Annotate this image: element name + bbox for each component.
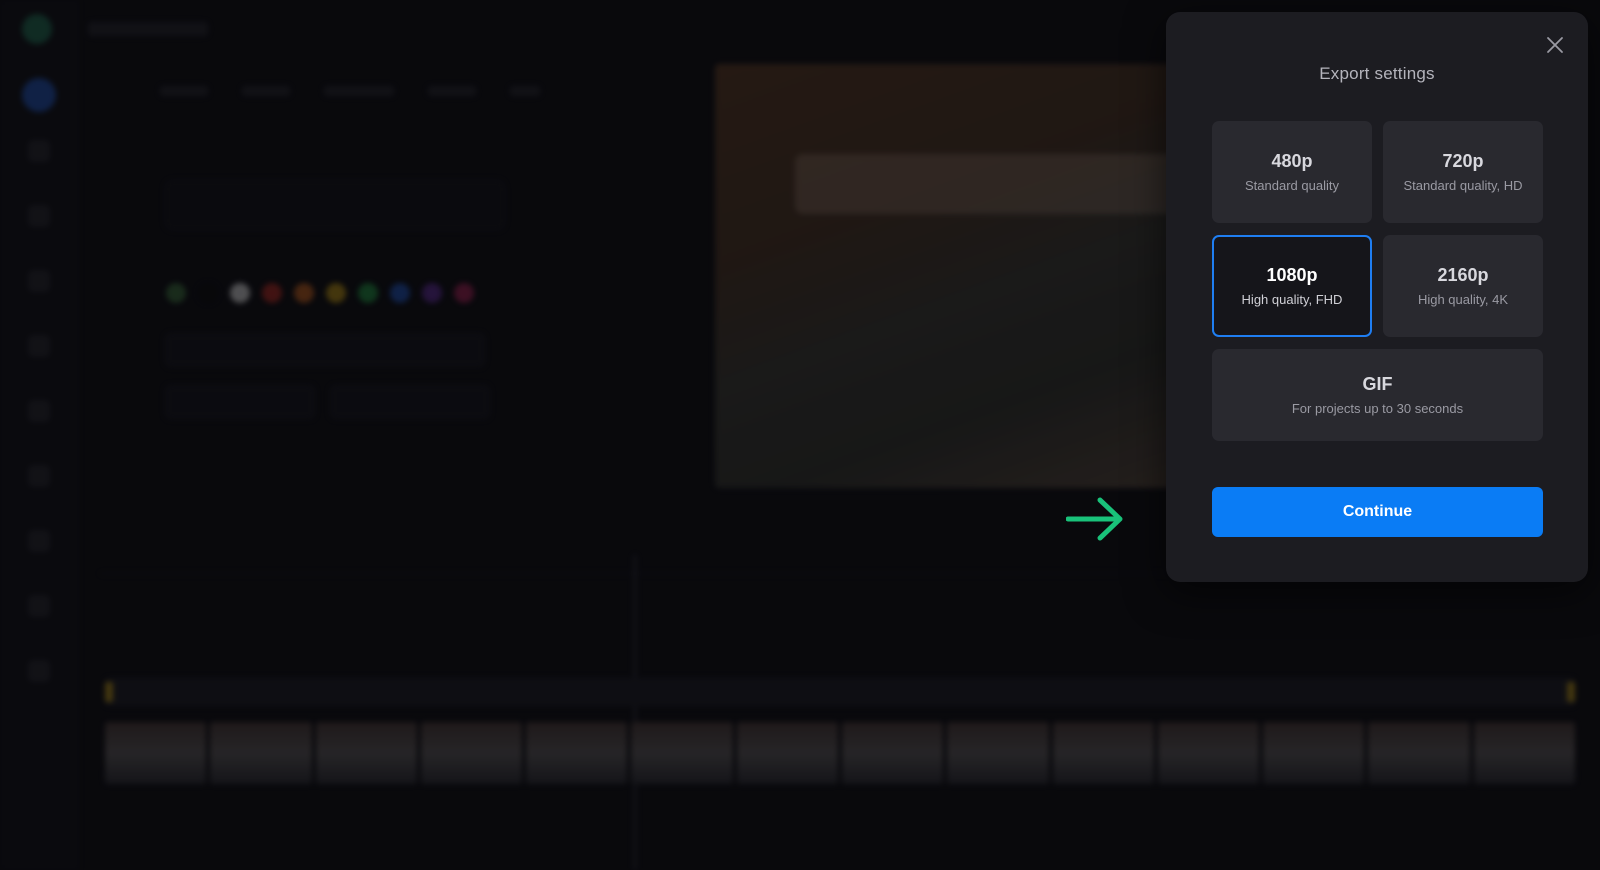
export-settings-dialog: Export settings 480p Standard quality 72… <box>1166 12 1588 582</box>
continue-button[interactable]: Continue <box>1212 487 1543 537</box>
option-resolution: 1080p <box>1266 265 1318 285</box>
arrow-right-icon <box>1066 497 1123 541</box>
option-resolution: 480p <box>1271 151 1313 171</box>
option-description: Standard quality, HD <box>1403 178 1523 193</box>
close-icon <box>1547 37 1563 53</box>
option-720p[interactable]: 720p Standard quality, HD <box>1383 121 1543 223</box>
option-1080p[interactable]: 1080p High quality, FHD <box>1212 235 1372 337</box>
option-resolution: GIF <box>1362 374 1393 394</box>
option-resolution: 2160p <box>1437 265 1489 285</box>
option-resolution: 720p <box>1442 151 1484 171</box>
dialog-title: Export settings <box>1319 64 1435 83</box>
option-description: Standard quality <box>1245 178 1339 193</box>
export-options: 480p Standard quality 720p Standard qual… <box>1212 121 1543 441</box>
option-description: High quality, 4K <box>1417 292 1509 307</box>
option-2160p[interactable]: 2160p High quality, 4K <box>1383 235 1543 337</box>
option-description: For projects up to 30 seconds <box>1291 401 1464 416</box>
option-gif[interactable]: GIF For projects up to 30 seconds <box>1212 349 1543 441</box>
option-description: High quality, FHD <box>1241 292 1343 307</box>
option-480p[interactable]: 480p Standard quality <box>1212 121 1372 223</box>
close-button[interactable] <box>1542 32 1568 58</box>
